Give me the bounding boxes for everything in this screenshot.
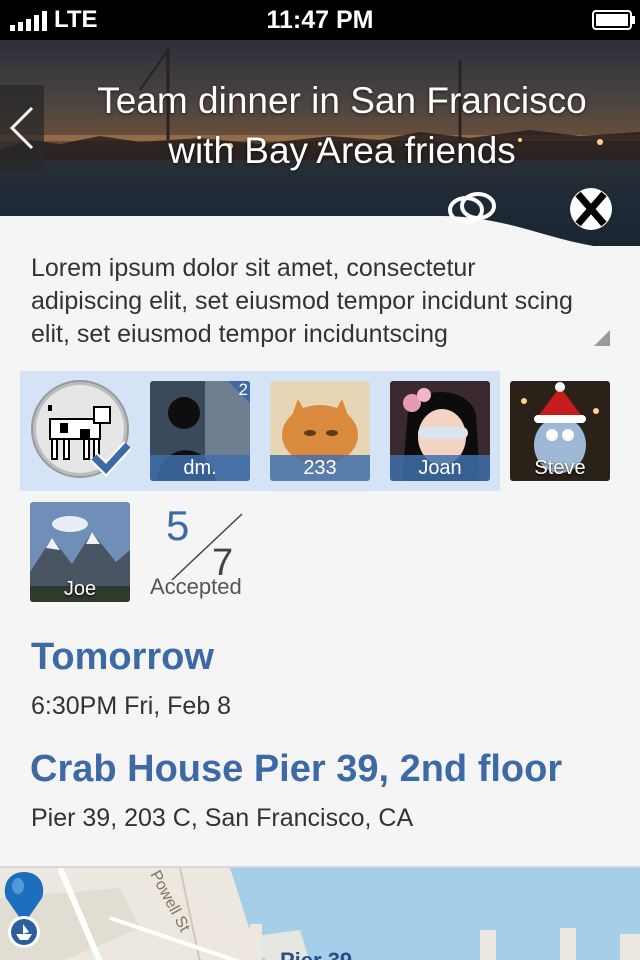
attendee-avatar-steve[interactable]: Steve (510, 381, 610, 481)
attendee-name: Joan (390, 455, 490, 481)
event-description: Lorem ipsum dolor sit amet, consectetur … (31, 254, 573, 348)
location-pin-icon[interactable] (0, 868, 48, 952)
chevron-left-icon (9, 106, 34, 150)
header-wave-divider (0, 216, 594, 246)
map-pin-label: Pier 39 (280, 948, 352, 960)
event-title-line2: with Bay Area friends (168, 130, 516, 171)
attendee-name: 233 (270, 455, 370, 481)
back-button[interactable] (0, 85, 44, 171)
event-datetime: 6:30PM Fri, Feb 8 (31, 692, 232, 720)
unread-badge: 2 (228, 381, 250, 403)
event-title: Team dinner in San Francisco with Bay Ar… (44, 76, 640, 176)
event-header: Team dinner in San Francisco with Bay Ar… (0, 40, 640, 246)
rsvp-summary: 5 7 Accepted (150, 502, 250, 602)
accepted-label: Accepted (150, 574, 242, 599)
attendee-name: dm. (150, 455, 250, 481)
unread-badge-count: 2 (238, 381, 248, 399)
attendee-avatar-joe[interactable]: Joe (30, 502, 130, 602)
my-avatar-accepted[interactable] (30, 379, 130, 479)
event-title-line1: Team dinner in San Francisco (97, 80, 587, 121)
fraction-slash (171, 513, 243, 581)
status-bar: LTE 11:47 PM (0, 0, 640, 40)
attendee-avatar-joan[interactable]: Joan (390, 381, 490, 481)
map-tiles: Powell St (0, 868, 640, 960)
decline-icon[interactable] (568, 186, 614, 232)
event-day: Tomorrow (31, 636, 214, 678)
venue-map[interactable]: Powell St Pier 39 (0, 866, 640, 960)
event-details: Lorem ipsum dolor sit amet, consectetur … (0, 246, 640, 866)
share-icon[interactable] (444, 188, 500, 228)
attendee-name: Steve (534, 457, 586, 479)
venue-name[interactable]: Crab House Pier 39, 2nd floor (30, 748, 562, 791)
attendee-avatar-dm[interactable]: 2 dm. (150, 381, 250, 481)
battery-icon (592, 10, 635, 30)
attendee-avatar-233[interactable]: 233 (270, 381, 370, 481)
clock: 11:47 PM (266, 6, 374, 34)
venue-address: Pier 39, 203 C, San Francisco, CA (31, 804, 414, 832)
attendee-name: Joe (63, 578, 97, 600)
expand-description-icon[interactable] (594, 330, 610, 346)
